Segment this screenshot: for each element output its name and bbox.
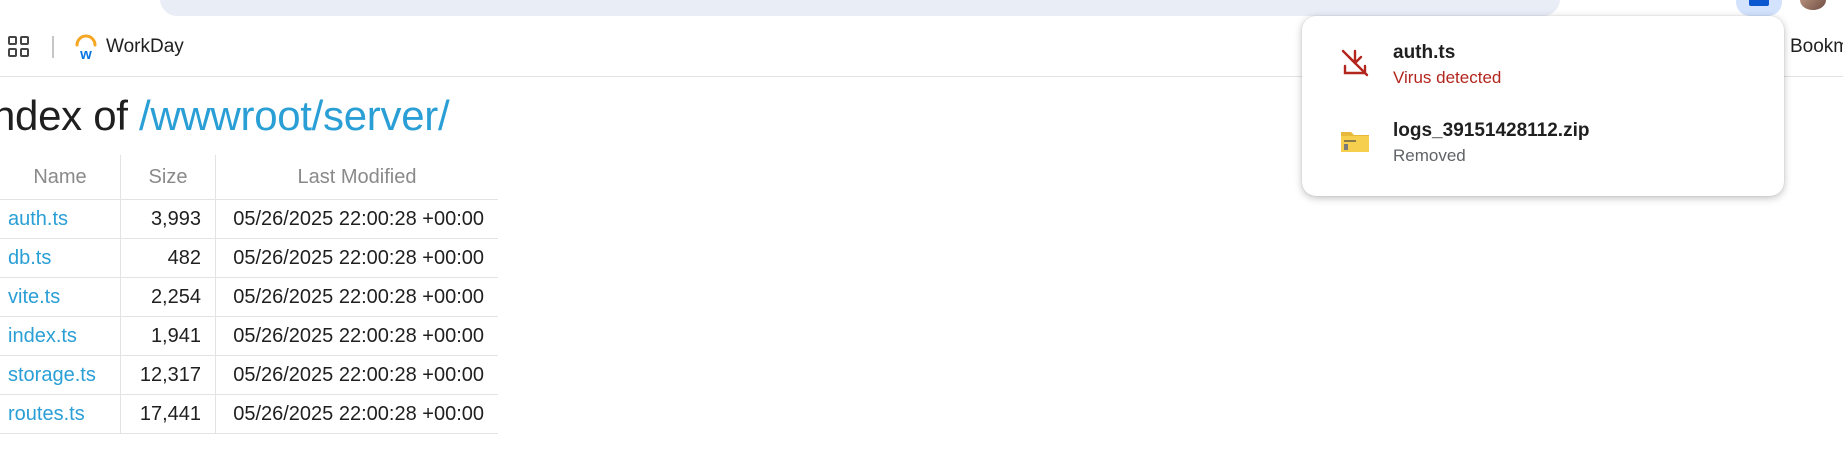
file-size-cell: 17,441 bbox=[120, 394, 216, 434]
table-row: routes.ts 17,441 05/26/2025 22:00:28 +00… bbox=[0, 394, 498, 434]
file-modified-cell: 05/26/2025 22:00:28 +00:00 bbox=[215, 238, 498, 278]
table-row: db.ts 482 05/26/2025 22:00:28 +00:00 bbox=[0, 238, 498, 278]
table-header-row: Name Size Last Modified bbox=[0, 155, 498, 200]
file-name-cell: storage.ts bbox=[0, 355, 121, 395]
download-blocked-icon bbox=[1341, 49, 1369, 77]
browser-toolbar bbox=[0, 0, 1843, 16]
file-link[interactable]: auth.ts bbox=[8, 208, 68, 230]
svg-text:w: w bbox=[79, 46, 92, 60]
table-row: index.ts 1,941 05/26/2025 22:00:28 +00:0… bbox=[0, 316, 498, 356]
downloads-button[interactable] bbox=[1736, 0, 1782, 16]
file-listing-table: Name Size Last Modified auth.ts 3,993 05… bbox=[0, 155, 498, 434]
table-row: storage.ts 12,317 05/26/2025 22:00:28 +0… bbox=[0, 355, 498, 395]
file-modified-cell: 05/26/2025 22:00:28 +00:00 bbox=[215, 277, 498, 317]
file-size-cell: 3,993 bbox=[120, 199, 216, 239]
file-name-cell: vite.ts bbox=[0, 277, 121, 317]
profile-avatar[interactable] bbox=[1800, 0, 1826, 10]
file-modified-cell: 05/26/2025 22:00:28 +00:00 bbox=[215, 394, 498, 434]
table-row: vite.ts 2,254 05/26/2025 22:00:28 +00:00 bbox=[0, 277, 498, 317]
downloads-bubble: auth.ts Virus detected logs_39151428112.… bbox=[1302, 16, 1784, 196]
all-bookmarks-button[interactable]: Bookm bbox=[1790, 36, 1843, 58]
address-bar[interactable] bbox=[160, 0, 1560, 16]
apps-grid-icon[interactable] bbox=[8, 36, 30, 58]
zip-folder-icon bbox=[1341, 132, 1369, 152]
download-status: Removed bbox=[1393, 146, 1466, 165]
file-name-cell: auth.ts bbox=[0, 199, 121, 239]
file-modified-cell: 05/26/2025 22:00:28 +00:00 bbox=[215, 355, 498, 395]
file-name-cell: db.ts bbox=[0, 238, 121, 278]
file-size-cell: 1,941 bbox=[120, 316, 216, 356]
column-header-name[interactable]: Name bbox=[0, 155, 121, 200]
column-header-size[interactable]: Size bbox=[120, 155, 216, 200]
file-modified-cell: 05/26/2025 22:00:28 +00:00 bbox=[215, 199, 498, 239]
file-link[interactable]: index.ts bbox=[8, 325, 77, 347]
bookmark-workday[interactable]: w WorkDay bbox=[74, 30, 184, 64]
file-link[interactable]: storage.ts bbox=[8, 364, 96, 386]
extensions-icon[interactable] bbox=[1602, 0, 1624, 6]
file-name-cell: index.ts bbox=[0, 316, 121, 356]
bookmarks-separator bbox=[52, 36, 54, 58]
file-size-cell: 482 bbox=[120, 238, 216, 278]
download-item[interactable]: logs_39151428112.zip Removed bbox=[1302, 102, 1784, 172]
download-item[interactable]: auth.ts Virus detected bbox=[1302, 24, 1784, 94]
file-link[interactable]: db.ts bbox=[8, 247, 51, 269]
file-modified-cell: 05/26/2025 22:00:28 +00:00 bbox=[215, 316, 498, 356]
download-filename: auth.ts bbox=[1393, 42, 1456, 63]
file-link[interactable]: routes.ts bbox=[8, 403, 85, 425]
table-row: auth.ts 3,993 05/26/2025 22:00:28 +00:00 bbox=[0, 199, 498, 239]
bookmark-star-icon[interactable] bbox=[1497, 0, 1519, 6]
bookmark-label: WorkDay bbox=[106, 36, 184, 57]
download-status: Virus detected bbox=[1393, 68, 1502, 87]
download-filename: logs_39151428112.zip bbox=[1393, 120, 1590, 141]
search-tabs-icon[interactable] bbox=[1668, 0, 1690, 6]
page-title: ndex of /wwwroot/server/ bbox=[0, 92, 450, 140]
column-header-modified[interactable]: Last Modified bbox=[216, 155, 499, 200]
workday-logo-icon: w bbox=[75, 34, 97, 60]
file-link[interactable]: vite.ts bbox=[8, 286, 60, 308]
page-title-path: /wwwroot/server/ bbox=[139, 92, 450, 139]
download-icon bbox=[1749, 0, 1769, 6]
file-size-cell: 2,254 bbox=[120, 277, 216, 317]
file-size-cell: 12,317 bbox=[120, 355, 216, 395]
file-name-cell: routes.ts bbox=[0, 394, 121, 434]
page-title-prefix: ndex of bbox=[0, 92, 140, 139]
